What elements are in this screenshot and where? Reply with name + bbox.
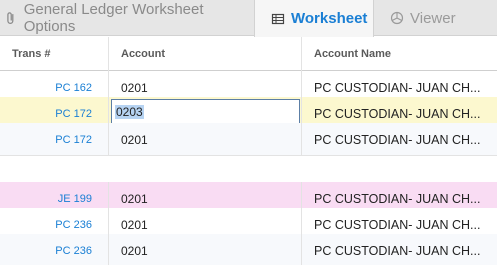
tab-bar: General Ledger Worksheet Options Workshe… [0, 0, 497, 37]
tab-label: Worksheet [291, 10, 368, 27]
account-edit-input[interactable]: 0203 [111, 99, 300, 125]
column-header-account[interactable]: Account [108, 37, 301, 71]
tab-label: General Ledger Worksheet Options [23, 1, 204, 35]
tab-viewer[interactable]: Viewer [374, 0, 497, 36]
account-cell[interactable]: 0201 [108, 234, 301, 265]
trans-link[interactable]: PC 236 [0, 234, 96, 265]
tab-general-ledger-worksheet-options[interactable]: General Ledger Worksheet Options [0, 0, 254, 36]
column-header-trans[interactable]: Trans # [0, 37, 108, 71]
table-icon [271, 13, 285, 24]
table-header: Trans # Account Account Name [0, 37, 497, 71]
table-row[interactable]: PC 236 0201 PC CUSTODIAN- JUAN CH... [0, 234, 497, 265]
account-name-cell[interactable]: PC CUSTODIAN- JUAN CH... [301, 234, 497, 265]
account-edit-value: 0203 [115, 105, 144, 119]
column-header-account-name[interactable]: Account Name [301, 37, 497, 71]
tab-worksheet[interactable]: Worksheet [254, 0, 374, 37]
paperclip-icon [7, 12, 14, 24]
tab-label: Viewer [410, 9, 456, 27]
account-cell[interactable]: 0201 [108, 123, 301, 156]
trans-link[interactable]: PC 172 [0, 123, 96, 156]
account-name-cell[interactable]: PC CUSTODIAN- JUAN CH... [301, 123, 497, 156]
pie-chart-icon [390, 11, 404, 25]
table-row[interactable]: PC 172 0201 PC CUSTODIAN- JUAN CH... [0, 123, 497, 156]
